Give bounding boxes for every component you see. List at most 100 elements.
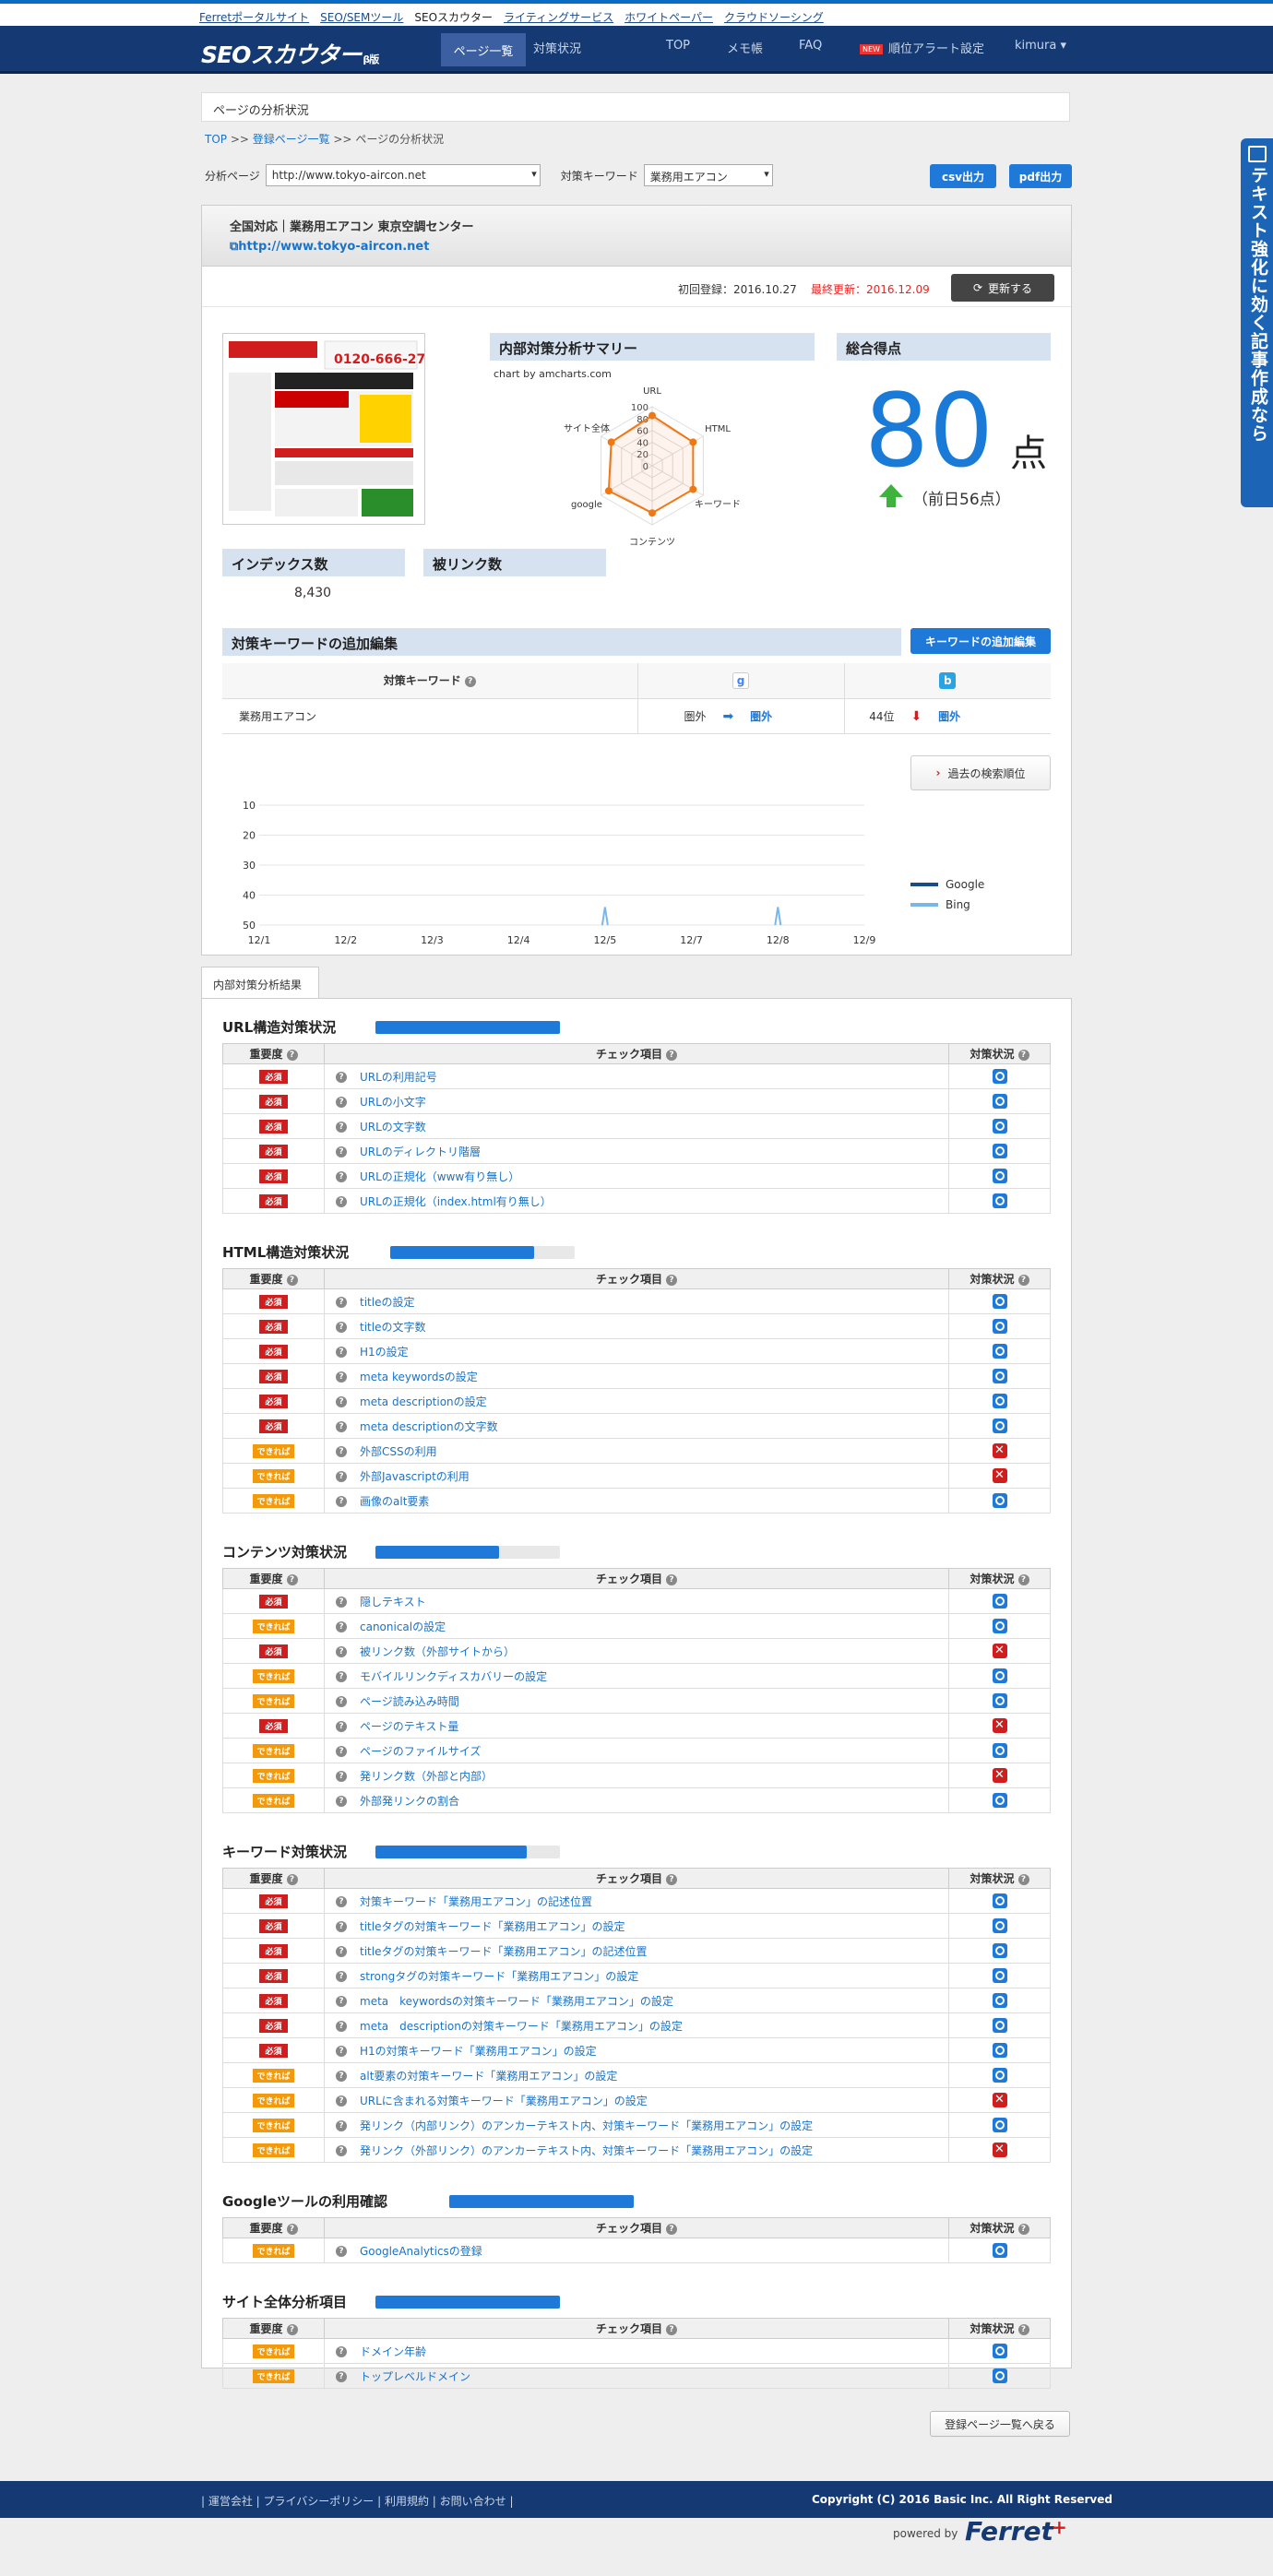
help-icon[interactable]: ?: [286, 2223, 298, 2235]
check-item-link[interactable]: 隠しテキスト: [360, 1596, 426, 1609]
help-icon[interactable]: ?: [336, 1646, 347, 1657]
check-item-link[interactable]: 発リンク（外部リンク）のアンカーテキスト内、対策キーワード「業務用エアコン」の設…: [360, 2144, 813, 2157]
help-icon[interactable]: ?: [336, 1771, 347, 1782]
help-icon[interactable]: ?: [336, 1446, 347, 1457]
help-icon[interactable]: ?: [336, 1072, 347, 1083]
nav-tab-status[interactable]: 対策状況: [533, 39, 581, 56]
help-icon[interactable]: ?: [336, 1496, 347, 1507]
check-item-link[interactable]: URLの正規化（index.html有り無し）: [360, 1195, 552, 1208]
check-item-link[interactable]: URLの小文字: [360, 1096, 426, 1109]
check-item-link[interactable]: 発リンク（内部リンク）のアンカーテキスト内、対策キーワード「業務用エアコン」の設…: [360, 2119, 813, 2132]
nav-alert[interactable]: NEW 順位アラート設定: [860, 39, 984, 56]
check-item-link[interactable]: H1の設定: [360, 1346, 409, 1359]
breadcrumb-top[interactable]: TOP: [205, 133, 227, 146]
help-icon[interactable]: ?: [336, 1347, 347, 1358]
check-item-link[interactable]: 被リンク数（外部サイトから）: [360, 1645, 515, 1658]
check-item-link[interactable]: GoogleAnalyticsの登録: [360, 2245, 482, 2258]
check-item-link[interactable]: モバイルリンクディスカバリーの設定: [360, 1670, 547, 1683]
help-icon[interactable]: ?: [1017, 1274, 1029, 1286]
check-item-link[interactable]: titleタグの対策キーワード「業務用エアコン」の記述位置: [360, 1945, 647, 1958]
help-icon[interactable]: ?: [286, 1274, 298, 1286]
check-item-link[interactable]: strongタグの対策キーワード「業務用エアコン」の設定: [360, 1970, 638, 1983]
help-icon[interactable]: ?: [1017, 2323, 1029, 2335]
help-icon[interactable]: ?: [336, 1146, 347, 1157]
check-item-link[interactable]: meta descriptionの設定: [360, 1395, 487, 1408]
csv-export-button[interactable]: csv出力: [930, 164, 996, 188]
check-item-link[interactable]: ページ読み込み時間: [360, 1695, 459, 1708]
help-icon[interactable]: ?: [286, 2323, 298, 2335]
check-item-link[interactable]: URLの文字数: [360, 1121, 426, 1134]
keyword-select[interactable]: 業務用エアコン: [643, 164, 773, 186]
help-icon[interactable]: ?: [1017, 2223, 1029, 2235]
check-item-link[interactable]: alt要素の対策キーワード「業務用エアコン」の設定: [360, 2070, 617, 2083]
help-icon[interactable]: ?: [336, 1322, 347, 1333]
toplink-item[interactable]: Ferretポータルサイト: [199, 9, 309, 25]
check-item-link[interactable]: titleの設定: [360, 1296, 414, 1309]
check-item-link[interactable]: トップレベルドメイン: [360, 2370, 470, 2383]
help-icon[interactable]: ?: [336, 1171, 347, 1182]
footer-links[interactable]: | 運営会社 | プライバシーポリシー | 利用規約 | お問い合わせ |: [201, 2493, 514, 2509]
check-item-link[interactable]: meta keywordsの対策キーワード「業務用エアコン」の設定: [360, 1995, 673, 2008]
help-icon[interactable]: ?: [666, 1274, 677, 1286]
help-icon[interactable]: ?: [666, 1873, 677, 1885]
help-icon[interactable]: ?: [336, 1097, 347, 1108]
check-item-link[interactable]: ページのテキスト量: [360, 1720, 458, 1733]
user-menu[interactable]: kimura ▾: [1015, 39, 1066, 53]
help-icon[interactable]: ?: [336, 1471, 347, 1482]
check-item-link[interactable]: titleの文字数: [360, 1321, 425, 1334]
help-icon[interactable]: ?: [336, 2095, 347, 2107]
toplink-item[interactable]: ホワイトペーパー: [625, 9, 713, 25]
help-icon[interactable]: ?: [666, 1049, 677, 1061]
help-icon[interactable]: ?: [336, 2046, 347, 2057]
help-icon[interactable]: ?: [336, 1371, 347, 1383]
check-item-link[interactable]: canonicalの設定: [360, 1620, 446, 1633]
help-icon[interactable]: ?: [336, 1396, 347, 1407]
help-icon[interactable]: ?: [336, 1796, 347, 1807]
update-button[interactable]: ⟳ 更新する: [951, 274, 1054, 302]
help-icon[interactable]: ?: [336, 1122, 347, 1133]
help-icon[interactable]: ?: [464, 675, 476, 687]
site-url-link[interactable]: ⧉http://www.tokyo-aircon.net: [230, 240, 1043, 254]
toplink-item[interactable]: クラウドソーシング: [724, 9, 824, 25]
help-icon[interactable]: ?: [336, 1996, 347, 2007]
check-item-link[interactable]: 外部発リンクの割合: [360, 1795, 459, 1808]
help-icon[interactable]: ?: [336, 1971, 347, 1982]
app-logo[interactable]: SEOスカウター β版: [201, 37, 379, 70]
help-icon[interactable]: ?: [336, 2246, 347, 2257]
help-icon[interactable]: ?: [336, 2346, 347, 2357]
help-icon[interactable]: ?: [336, 1746, 347, 1757]
help-icon[interactable]: ?: [336, 2371, 347, 2382]
check-item-link[interactable]: 画像のalt要素: [360, 1495, 429, 1508]
side-promo-tab[interactable]: テキスト強化に効く記事作成なら: [1241, 138, 1273, 507]
check-item-link[interactable]: 外部CSSの利用: [360, 1445, 437, 1458]
keyword-edit-button[interactable]: キーワードの追加編集: [910, 628, 1051, 654]
nav-memo[interactable]: メモ帳: [727, 39, 763, 56]
check-item-link[interactable]: titleタグの対策キーワード「業務用エアコン」の設定: [360, 1920, 625, 1933]
check-item-link[interactable]: URLのディレクトリ階層: [360, 1146, 481, 1158]
help-icon[interactable]: ?: [336, 1896, 347, 1907]
help-icon[interactable]: ?: [336, 1421, 347, 1432]
help-icon[interactable]: ?: [666, 2223, 677, 2235]
help-icon[interactable]: ?: [336, 1196, 347, 1207]
help-icon[interactable]: ?: [336, 1671, 347, 1682]
check-item-link[interactable]: URLの利用記号: [360, 1071, 437, 1084]
check-item-link[interactable]: meta descriptionの文字数: [360, 1420, 498, 1433]
help-icon[interactable]: ?: [336, 2145, 347, 2156]
help-icon[interactable]: ?: [336, 1946, 347, 1957]
help-icon[interactable]: ?: [336, 2120, 347, 2131]
check-item-link[interactable]: 外部Javascriptの利用: [360, 1470, 470, 1483]
help-icon[interactable]: ?: [286, 1049, 298, 1061]
help-icon[interactable]: ?: [1017, 1873, 1029, 1885]
help-icon[interactable]: ?: [1017, 1049, 1029, 1061]
pdf-export-button[interactable]: pdf出力: [1009, 164, 1072, 188]
check-item-link[interactable]: 発リンク数（外部と内部）: [360, 1770, 493, 1783]
help-icon[interactable]: ?: [336, 1597, 347, 1608]
nav-top[interactable]: TOP: [666, 39, 690, 53]
help-icon[interactable]: ?: [336, 1721, 347, 1732]
page-select[interactable]: http://www.tokyo-aircon.net: [265, 164, 541, 186]
toplink-item[interactable]: ライティングサービス: [504, 9, 613, 25]
check-item-link[interactable]: ページのファイルサイズ: [360, 1745, 481, 1758]
help-icon[interactable]: ?: [286, 1573, 298, 1585]
check-item-link[interactable]: URLの正規化（www有り無し）: [360, 1170, 519, 1183]
toplink-item[interactable]: SEOスカウター: [414, 9, 493, 25]
